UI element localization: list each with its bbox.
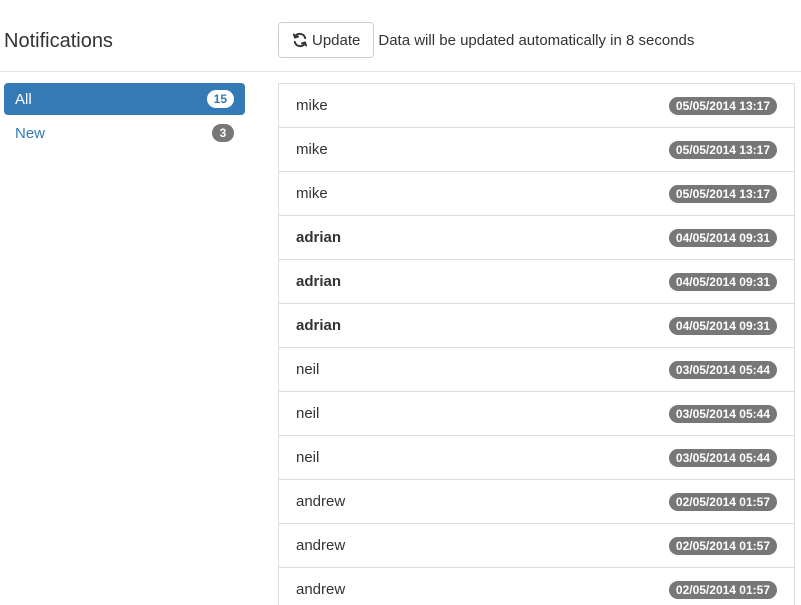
notification-item[interactable]: neil 03/05/2014 05:44 [279, 436, 794, 480]
toolbar: Update Data will be updated automaticall… [278, 22, 694, 58]
timestamp-badge: 04/05/2014 09:31 [668, 272, 777, 291]
notification-sender: adrian [296, 317, 342, 334]
timestamp-badge: 05/05/2014 13:17 [668, 140, 777, 159]
sidebar-item-new[interactable]: New 3 [4, 117, 245, 149]
notification-item[interactable]: andrew 02/05/2014 01:57 [279, 480, 794, 524]
update-button-label: Update [312, 31, 361, 49]
count-badge: 15 [206, 90, 234, 108]
auto-update-status: Data will be updated automatically in 8 … [378, 31, 695, 49]
notification-sender: andrew [296, 581, 346, 598]
timestamp-badge: 02/05/2014 01:57 [668, 536, 777, 555]
sidebar-item-label: New [15, 124, 46, 142]
timestamp-badge: 03/05/2014 05:44 [668, 360, 777, 379]
notification-item[interactable]: mike 05/05/2014 13:17 [279, 128, 794, 172]
notification-item[interactable]: andrew 02/05/2014 01:57 [279, 568, 794, 605]
notification-sender: neil [296, 449, 320, 466]
timestamp-badge: 02/05/2014 01:57 [668, 580, 777, 599]
timestamp-badge: 04/05/2014 09:31 [668, 228, 777, 247]
notification-sender: andrew [296, 537, 346, 554]
notifications-page: Notifications Update Data will be update… [0, 0, 801, 605]
timestamp-badge: 03/05/2014 05:44 [668, 448, 777, 467]
update-button[interactable]: Update [278, 22, 375, 58]
notification-item[interactable]: adrian 04/05/2014 09:31 [279, 260, 794, 304]
notification-sender: adrian [296, 273, 342, 290]
timestamp-badge: 05/05/2014 13:17 [668, 184, 777, 203]
timestamp-badge: 03/05/2014 05:44 [668, 404, 777, 423]
notification-item[interactable]: mike 05/05/2014 13:17 [279, 172, 794, 216]
notification-sender: mike [296, 141, 328, 158]
refresh-icon [292, 32, 308, 48]
notification-sender: neil [296, 361, 320, 378]
sidebar-item-label: All [15, 90, 32, 108]
notification-item[interactable]: andrew 02/05/2014 01:57 [279, 524, 794, 568]
sidebar-item-all[interactable]: All 15 [4, 83, 245, 115]
notification-list: mike 05/05/2014 13:17 mike 05/05/2014 13:17… [278, 83, 795, 605]
header-divider [0, 71, 801, 72]
timestamp-badge: 02/05/2014 01:57 [668, 492, 777, 511]
page-title: Notifications [4, 30, 113, 52]
notification-sender: andrew [296, 493, 346, 510]
count-badge: 3 [212, 124, 234, 142]
notification-item[interactable]: adrian 04/05/2014 09:31 [279, 304, 794, 348]
notification-sender: neil [296, 405, 320, 422]
timestamp-badge: 04/05/2014 09:31 [668, 316, 777, 335]
notification-item[interactable]: mike 05/05/2014 13:17 [279, 84, 794, 128]
sidebar: All 15 New 3 [4, 83, 245, 151]
notification-item[interactable]: neil 03/05/2014 05:44 [279, 348, 794, 392]
timestamp-badge: 05/05/2014 13:17 [668, 96, 777, 115]
notification-sender: adrian [296, 229, 342, 246]
notification-sender: mike [296, 97, 328, 114]
notification-item[interactable]: neil 03/05/2014 05:44 [279, 392, 794, 436]
notification-sender: mike [296, 185, 328, 202]
notification-item[interactable]: adrian 04/05/2014 09:31 [279, 216, 794, 260]
